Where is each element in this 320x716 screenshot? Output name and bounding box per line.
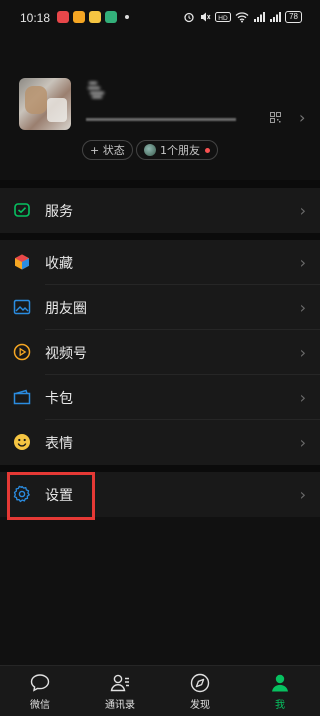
unread-dot — [205, 147, 210, 153]
app-notification-icon — [57, 11, 69, 23]
chevron-right-icon: › — [299, 433, 306, 452]
menu-item-channels[interactable]: 视频号 › — [0, 330, 320, 375]
channels-play-icon — [13, 343, 31, 361]
signal-icon — [254, 12, 266, 22]
menu-item-label: 视频号 — [45, 345, 87, 362]
services-icon — [14, 203, 30, 217]
svg-text:HD: HD — [218, 15, 228, 22]
wechat-id-redacted-mark — [86, 118, 236, 121]
friends-status-label: 1个朋友 — [160, 144, 200, 157]
moments-image-icon — [13, 299, 31, 315]
menu-item-label: 朋友圈 — [45, 300, 87, 317]
chevron-right-icon: › — [299, 485, 306, 504]
chevron-right-icon: › — [299, 253, 306, 272]
add-status-button[interactable]: + 状态 — [82, 140, 133, 160]
chevron-right-icon: › — [299, 201, 306, 220]
menu-item-label: 收藏 — [45, 255, 73, 272]
menu-group-services: 服务 › — [0, 188, 320, 233]
tab-label: 通讯录 — [105, 700, 135, 711]
avatar-photo-figure — [25, 86, 47, 114]
tab-me[interactable]: 我 — [240, 666, 320, 716]
nickname — [86, 80, 110, 100]
menu-item-services[interactable]: 服务 › — [0, 188, 320, 233]
settings-highlight-box — [7, 472, 95, 520]
card-wallet-icon — [13, 389, 31, 405]
app-notification-icon — [105, 11, 117, 23]
menu-item-label: 卡包 — [45, 390, 73, 407]
tab-label: 微信 — [30, 700, 50, 711]
menu-item-cards[interactable]: 卡包 › — [0, 375, 320, 420]
nickname-redacted-mark — [88, 82, 104, 98]
battery-icon: 78 — [285, 11, 302, 23]
wechat-id — [86, 114, 236, 129]
friend-avatar-icon — [144, 144, 156, 156]
profile-chevron-right-icon: › — [299, 108, 306, 127]
bottom-tab-bar: 微信 通讯录 发现 我 — [0, 665, 320, 716]
status-right-icons: HD 78 — [183, 11, 302, 23]
app-notification-icon — [73, 11, 85, 23]
favorites-cube-icon — [15, 254, 29, 270]
chevron-right-icon: › — [299, 388, 306, 407]
avatar[interactable] — [19, 78, 71, 130]
discover-compass-icon — [190, 673, 210, 693]
wifi-icon — [235, 12, 249, 23]
chat-bubble-icon — [30, 674, 50, 692]
tab-label: 发现 — [190, 700, 210, 711]
me-person-icon — [272, 674, 288, 692]
section-divider — [0, 233, 320, 240]
sticker-smile-icon — [14, 434, 30, 450]
mute-icon — [201, 12, 211, 22]
chevron-right-icon: › — [299, 343, 306, 362]
status-bar: 10:18 HD 78 — [0, 0, 320, 36]
more-notifications-dot — [125, 15, 129, 19]
menu-item-label: 表情 — [45, 435, 73, 452]
menu-item-moments[interactable]: 朋友圈 › — [0, 285, 320, 330]
menu-item-label: 服务 — [45, 203, 73, 220]
qr-code-icon[interactable] — [270, 112, 281, 123]
status-time: 10:18 — [20, 11, 51, 25]
section-divider — [0, 180, 320, 188]
alarm-icon — [184, 12, 194, 23]
menu-item-stickers[interactable]: 表情 › — [0, 420, 320, 465]
chevron-right-icon: › — [299, 298, 306, 317]
tab-chats[interactable]: 微信 — [0, 666, 80, 716]
app-notification-icon — [89, 11, 101, 23]
tab-contacts[interactable]: 通讯录 — [80, 666, 160, 716]
notification-app-icons — [57, 11, 129, 23]
tab-label: 我 — [275, 700, 285, 711]
menu-group-main: 收藏 › 朋友圈 › 视频号 › 卡包 › 表情 › — [0, 240, 320, 465]
avatar-photo-paper — [47, 98, 67, 122]
section-divider — [0, 465, 320, 472]
contacts-icon — [110, 674, 129, 692]
friends-status-button[interactable]: 1个朋友 — [136, 140, 218, 160]
tab-discover[interactable]: 发现 — [160, 666, 240, 716]
add-status-label: + 状态 — [90, 144, 125, 157]
hd-icon: HD — [215, 12, 232, 22]
signal-icon — [270, 12, 282, 22]
menu-item-favorites[interactable]: 收藏 › — [0, 240, 320, 285]
